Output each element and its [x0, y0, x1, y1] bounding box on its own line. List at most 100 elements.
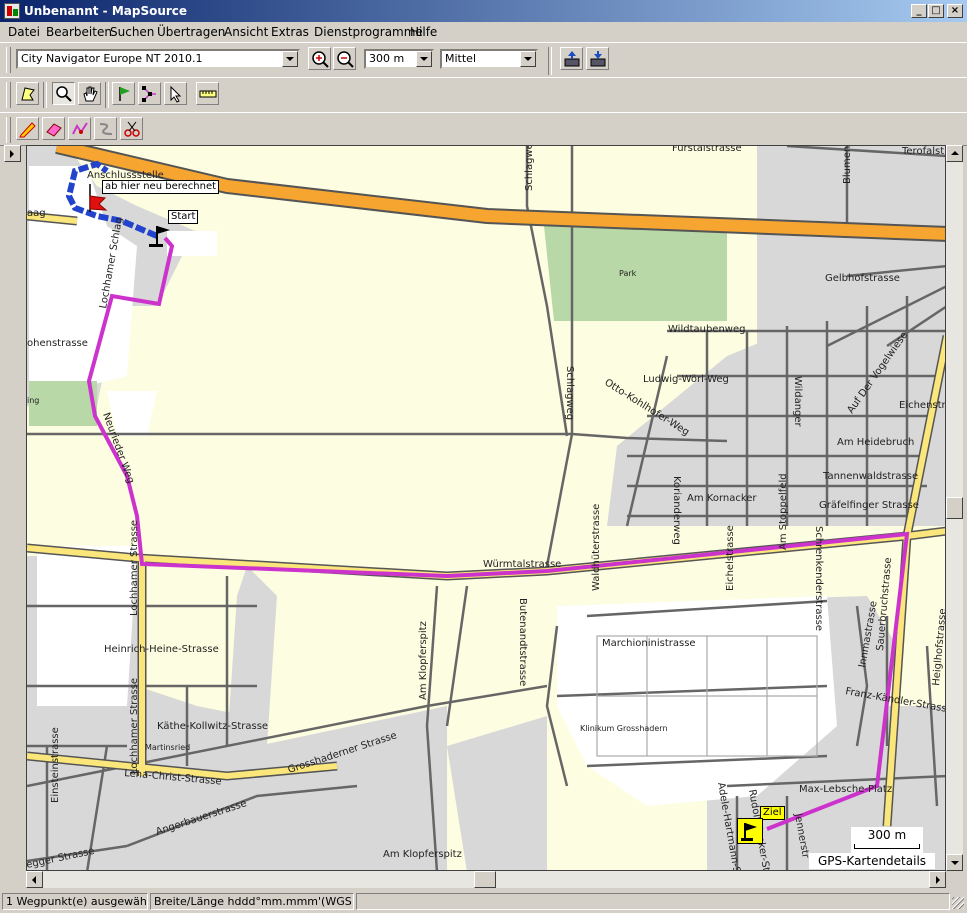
- status-bar: 1 Wegpunkt(e) ausgewählt Breite/Länge hd…: [0, 891, 967, 913]
- pan-tool[interactable]: [78, 82, 101, 105]
- zoom-scale-value: 300 m: [369, 52, 405, 65]
- map-view[interactable]: Anschlussstelle Schlagweg Fürstalstrasse…: [26, 145, 946, 871]
- map-product-select[interactable]: City Navigator Europe NT 2010.1: [16, 49, 300, 69]
- label-waldhueterstrasse: Waldhüterstrasse: [591, 504, 602, 591]
- menu-ansicht[interactable]: Ansicht: [224, 25, 268, 39]
- side-panel-toggle[interactable]: [4, 145, 21, 162]
- zoom-tool[interactable]: [52, 82, 75, 105]
- label-am-stoppelfeld: Am Stoppelfeld: [778, 473, 789, 550]
- residential-areas: [27, 146, 945, 870]
- menu-hilfe[interactable]: Hilfe: [410, 25, 437, 39]
- minimize-button[interactable]: _: [911, 4, 927, 18]
- pencil-tool[interactable]: [16, 117, 39, 140]
- maximize-button[interactable]: □: [928, 4, 944, 18]
- label-tannenwaldstrasse: Tannenwaldstrasse: [822, 471, 918, 482]
- gps-details-label: GPS-Kartendetails: [809, 853, 935, 869]
- label-park: Park: [619, 269, 637, 278]
- ziel-tag: Ziel: [760, 806, 785, 820]
- toolbar-separator: [105, 82, 109, 108]
- scroll-down-button[interactable]: [946, 854, 963, 871]
- label-schlagweg-top: Schlagweg: [524, 146, 535, 191]
- status-selection: 1 Wegpunkt(e) ausgewählt: [2, 893, 148, 910]
- receive-from-device-icon: [590, 51, 606, 67]
- scroll-right-button[interactable]: [929, 871, 946, 888]
- menu-extras[interactable]: Extras: [271, 25, 309, 39]
- vertical-scroll-thumb[interactable]: [946, 497, 963, 519]
- horizontal-scrollbar[interactable]: [26, 871, 946, 888]
- chevron-left-icon: [32, 876, 36, 884]
- ziel-flag-icon[interactable]: [737, 818, 763, 844]
- flag-icon: [119, 87, 130, 101]
- chevron-down-icon[interactable]: [416, 51, 432, 67]
- label-am-heidebruch: Am Heidebruch: [837, 437, 914, 448]
- label-gelbhofstrasse: Gelbhofstrasse: [825, 273, 900, 284]
- eraser-icon: [46, 123, 62, 137]
- label-kaethe-kollwitz-strasse: Käthe-Kollwitz-Strasse: [157, 721, 268, 732]
- map-canvas[interactable]: Anschlussstelle Schlagweg Fürstalstrasse…: [27, 146, 946, 871]
- menu-datei[interactable]: Datei: [8, 25, 40, 39]
- zoom-out-button[interactable]: [333, 47, 356, 70]
- toolbar-separator: [548, 47, 552, 75]
- label-wuermtalstrasse: Würmtalstrasse: [483, 559, 561, 570]
- chevron-down-icon[interactable]: [520, 51, 536, 67]
- eraser-tool[interactable]: [42, 117, 65, 140]
- menu-bar: Datei Bearbeiten Suchen Übertragen Ansic…: [0, 22, 967, 41]
- label-fuerstalstrasse: Fürstalstrasse: [672, 146, 742, 154]
- scale-bar: [854, 844, 920, 849]
- map-select-icon: [21, 87, 35, 101]
- toolbar-grip[interactable]: [6, 47, 11, 73]
- app-icon[interactable]: [4, 3, 20, 19]
- scroll-up-button[interactable]: [946, 145, 963, 162]
- status-extra: [356, 893, 950, 910]
- menu-bearbeiten[interactable]: Bearbeiten: [46, 25, 112, 39]
- scissors-tool[interactable]: [120, 117, 143, 140]
- label-wildtaubenweg: Wildtaubenweg: [668, 324, 745, 335]
- chevron-down-icon[interactable]: [282, 51, 298, 67]
- toolbar-grip[interactable]: [6, 82, 11, 108]
- map-product-value: City Navigator Europe NT 2010.1: [21, 52, 203, 65]
- route-icon: [142, 86, 156, 102]
- label-ohenstrasse: ohenstrasse: [27, 338, 88, 349]
- receive-from-device-button[interactable]: [586, 47, 609, 70]
- pencil-icon: [19, 122, 36, 138]
- zoom-scale-select[interactable]: 300 m: [364, 49, 434, 69]
- measure-tool[interactable]: [196, 82, 219, 105]
- route-tool[interactable]: [138, 82, 161, 105]
- toolbar-grip[interactable]: [6, 117, 11, 143]
- scale-label: 300 m: [867, 828, 907, 842]
- toolbar-separator: [43, 82, 47, 108]
- magnifier-icon: [56, 86, 72, 102]
- label-am-kornacker: Am Kornacker: [687, 493, 757, 504]
- label-ludwig-woerl-weg: Ludwig-Wörl-Weg: [643, 374, 729, 385]
- zoom-in-button[interactable]: [308, 47, 331, 70]
- send-to-device-button[interactable]: [560, 47, 583, 70]
- map-scale: 300 m: [851, 827, 923, 853]
- label-graefelfinger-strasse: Gräfelfinger Strasse: [819, 500, 919, 511]
- menu-uebertragen[interactable]: Übertragen: [157, 25, 225, 39]
- label-terofalstr: Terofalstr: [901, 146, 946, 157]
- join-tool[interactable]: [94, 117, 117, 140]
- divide-track-icon: [72, 122, 88, 135]
- menu-suchen[interactable]: Suchen: [110, 25, 154, 39]
- vertical-scrollbar[interactable]: [946, 145, 963, 871]
- select-map-tool[interactable]: [16, 82, 39, 105]
- close-button[interactable]: ×: [947, 4, 963, 18]
- scroll-left-button[interactable]: [26, 871, 43, 888]
- ruler-icon: [199, 90, 217, 98]
- chevron-right-icon: [936, 876, 940, 884]
- waypoint-tool[interactable]: [112, 82, 135, 105]
- window-title: Unbenannt - MapSource: [24, 4, 188, 18]
- detail-select[interactable]: Mittel: [440, 49, 538, 69]
- resize-grip[interactable]: [952, 897, 964, 909]
- menu-dienstprogramme[interactable]: Dienstprogramme: [314, 25, 423, 39]
- divide-tool[interactable]: [68, 117, 91, 140]
- start-tag: Start: [168, 210, 199, 224]
- horizontal-scroll-thumb[interactable]: [474, 871, 496, 888]
- selection-tool[interactable]: [164, 82, 187, 105]
- label-marchioninistrasse: Marchioninistrasse: [602, 638, 696, 649]
- chevron-right-icon: [10, 150, 14, 158]
- label-eichenstr: Eichenstr: [899, 400, 946, 411]
- hand-icon: [83, 86, 98, 102]
- label-schlagweg-mid: Schlagweg: [564, 366, 575, 420]
- label-butenandtstrasse: Butenandtstrasse: [517, 598, 528, 686]
